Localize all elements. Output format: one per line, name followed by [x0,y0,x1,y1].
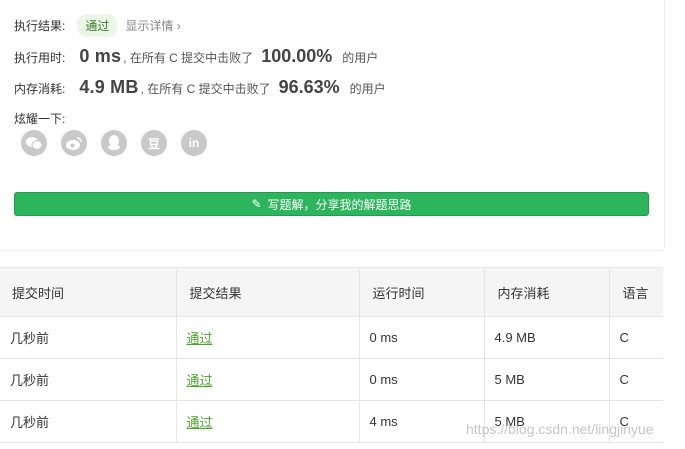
memory-suffix: 的用户 [349,82,386,96]
write-solution-button[interactable]: ✎ 写题解，分享我的解题思路 [14,192,649,216]
result-link[interactable]: 通过 [187,373,213,388]
write-solution-label: 写题解，分享我的解题思路 [267,197,412,212]
runtime-suffix: 的用户 [342,51,379,65]
douban-icon[interactable]: 豆 [141,130,167,156]
cell-runtime: 0 ms [359,316,485,359]
cell-memory: 4.9 MB [484,316,610,359]
cell-time: 几秒前 [0,316,177,359]
submissions-table: 提交时间 提交结果 运行时间 内存消耗 语言 几秒前 通过 0 ms 4.9 M… [0,267,663,443]
cell-time: 几秒前 [0,400,177,443]
qq-icon[interactable] [101,130,127,156]
result-link[interactable]: 通过 [187,331,213,346]
runtime-row: 执行用时: 0 ms , 在所有 C 提交中击败了 100.00% 的用户 [14,46,378,67]
cell-runtime: 0 ms [359,358,485,401]
share-label: 炫耀一下: [14,112,66,126]
runtime-beat-text: , 在所有 C 提交中击败了 [123,51,254,65]
memory-beat-text: , 在所有 C 提交中击败了 [140,82,271,96]
header-memory: 内存消耗 [484,267,610,317]
cell-memory: 5 MB [484,358,610,401]
result-row: 执行结果: 通过 显示详情 › [14,14,181,37]
header-language: 语言 [609,267,663,317]
memory-value: 4.9 MB [79,77,139,97]
memory-percent: 96.63% [278,77,340,97]
result-label: 执行结果: [14,19,66,33]
table-row: 几秒前 通过 0 ms 5 MB C [0,358,663,401]
cell-language: C [609,316,663,359]
memory-row: 内存消耗: 4.9 MB , 在所有 C 提交中击败了 96.63% 的用户 [14,77,386,98]
watermark: https://blog.csdn.net/lingjinyue [466,421,654,437]
weibo-icon[interactable] [61,130,87,156]
wechat-icon[interactable] [21,130,47,156]
share-row: 炫耀一下: [14,110,65,127]
header-submit-time: 提交时间 [0,267,177,317]
linkedin-icon[interactable]: in [181,130,207,156]
table-row: 几秒前 通过 0 ms 4.9 MB C [0,316,663,359]
runtime-value: 0 ms [79,46,122,66]
status-badge: 通过 [77,14,118,37]
header-runtime: 运行时间 [359,267,485,317]
show-details-link[interactable]: 显示详情 › [125,17,180,34]
result-link[interactable]: 通过 [187,415,213,430]
cell-time: 几秒前 [0,358,177,401]
runtime-percent: 100.00% [261,46,333,66]
header-submit-result: 提交结果 [176,267,360,317]
result-card: 执行结果: 通过 显示详情 › 执行用时: 0 ms , 在所有 C 提交中击败… [0,0,665,251]
runtime-label: 执行用时: [14,51,66,65]
share-icons: 豆 in [21,130,221,156]
pencil-icon: ✎ [251,197,262,211]
table-header-row: 提交时间 提交结果 运行时间 内存消耗 语言 [0,267,663,317]
cell-language: C [609,358,663,401]
memory-label: 内存消耗: [14,82,66,96]
